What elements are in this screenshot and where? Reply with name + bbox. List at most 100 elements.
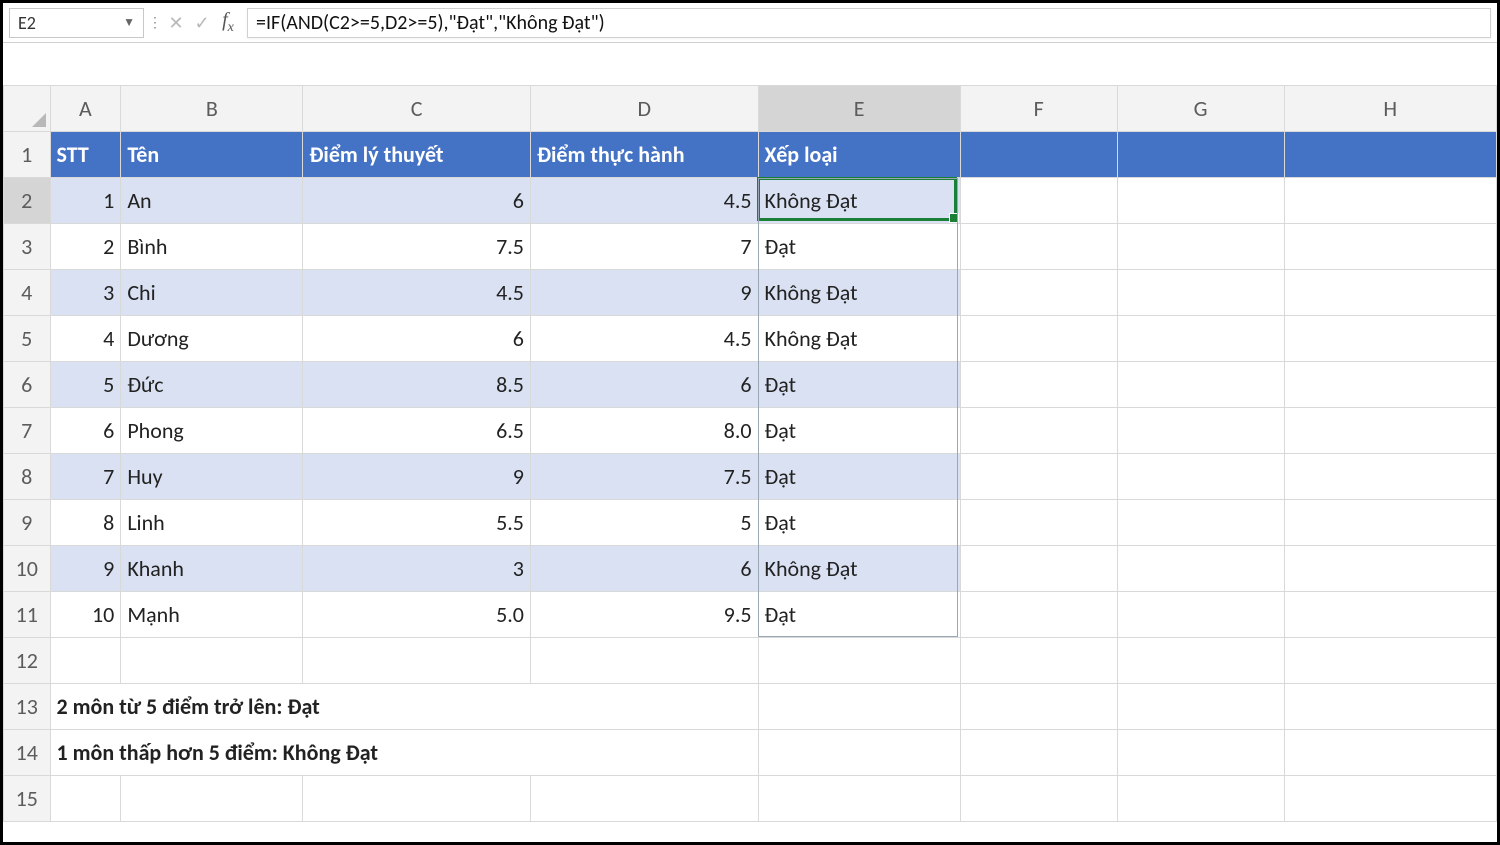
row-head-10[interactable]: 10 — [4, 546, 51, 592]
cell-A4[interactable]: 3 — [50, 270, 121, 316]
cell-C4[interactable]: 4.5 — [303, 270, 531, 316]
row-head-3[interactable]: 3 — [4, 224, 51, 270]
cell-B4[interactable]: Chi — [121, 270, 303, 316]
cell-F2[interactable] — [960, 178, 1117, 224]
col-head-A[interactable]: A — [50, 86, 121, 132]
cell-C12[interactable] — [303, 638, 531, 684]
formula-input[interactable]: =IF(AND(C2>=5,D2>=5),"Đạt","Không Đạt") — [247, 8, 1491, 38]
row-head-7[interactable]: 7 — [4, 408, 51, 454]
cell-D2[interactable]: 4.5 — [530, 178, 758, 224]
cell-D7[interactable]: 8.0 — [530, 408, 758, 454]
cell-G1[interactable] — [1117, 132, 1284, 178]
cell-H14[interactable] — [1284, 730, 1497, 776]
cell-F10[interactable] — [960, 546, 1117, 592]
cell-H5[interactable] — [1284, 316, 1497, 362]
cell-A13[interactable]: 2 môn từ 5 điểm trở lên: Đạt — [50, 684, 758, 730]
cell-F6[interactable] — [960, 362, 1117, 408]
cell-C1[interactable]: Điểm lý thuyết — [303, 132, 531, 178]
cell-G11[interactable] — [1117, 592, 1284, 638]
cell-H10[interactable] — [1284, 546, 1497, 592]
cell-D6[interactable]: 6 — [530, 362, 758, 408]
cell-B5[interactable]: Dương — [121, 316, 303, 362]
cell-B1[interactable]: Tên — [121, 132, 303, 178]
cell-F12[interactable] — [960, 638, 1117, 684]
cell-H4[interactable] — [1284, 270, 1497, 316]
cell-E9[interactable]: Đạt — [758, 500, 960, 546]
cell-A2[interactable]: 1 — [50, 178, 121, 224]
cell-G12[interactable] — [1117, 638, 1284, 684]
accept-formula-button[interactable]: ✓ — [189, 10, 215, 36]
cell-E3[interactable]: Đạt — [758, 224, 960, 270]
col-head-F[interactable]: F — [960, 86, 1117, 132]
cell-D11[interactable]: 9.5 — [530, 592, 758, 638]
cell-C7[interactable]: 6.5 — [303, 408, 531, 454]
cell-G8[interactable] — [1117, 454, 1284, 500]
select-all-cell[interactable] — [4, 86, 51, 132]
cell-B3[interactable]: Bình — [121, 224, 303, 270]
cell-A12[interactable] — [50, 638, 121, 684]
spreadsheet-grid[interactable]: A B C D E F G H 1STTTênĐiểm lý thuyếtĐiể… — [3, 85, 1497, 822]
cell-E12[interactable] — [758, 638, 960, 684]
col-head-G[interactable]: G — [1117, 86, 1284, 132]
cell-E5[interactable]: Không Đạt — [758, 316, 960, 362]
cell-D15[interactable] — [530, 776, 758, 822]
cell-A15[interactable] — [50, 776, 121, 822]
row-head-9[interactable]: 9 — [4, 500, 51, 546]
cell-E10[interactable]: Không Đạt — [758, 546, 960, 592]
cell-E14[interactable] — [758, 730, 960, 776]
row-head-4[interactable]: 4 — [4, 270, 51, 316]
cell-B2[interactable]: An — [121, 178, 303, 224]
cell-F8[interactable] — [960, 454, 1117, 500]
row-head-15[interactable]: 15 — [4, 776, 51, 822]
cell-E13[interactable] — [758, 684, 960, 730]
cell-F3[interactable] — [960, 224, 1117, 270]
cell-F1[interactable] — [960, 132, 1117, 178]
cell-H3[interactable] — [1284, 224, 1497, 270]
name-box[interactable]: E2 ▼ — [9, 8, 144, 38]
cell-C10[interactable]: 3 — [303, 546, 531, 592]
row-head-13[interactable]: 13 — [4, 684, 51, 730]
cell-G2[interactable] — [1117, 178, 1284, 224]
cell-E2[interactable]: Không Đạt — [758, 178, 960, 224]
cell-D8[interactable]: 7.5 — [530, 454, 758, 500]
cell-C15[interactable] — [303, 776, 531, 822]
row-head-14[interactable]: 14 — [4, 730, 51, 776]
cell-H2[interactable] — [1284, 178, 1497, 224]
cell-D3[interactable]: 7 — [530, 224, 758, 270]
cell-G5[interactable] — [1117, 316, 1284, 362]
cell-A3[interactable]: 2 — [50, 224, 121, 270]
cell-H6[interactable] — [1284, 362, 1497, 408]
cell-B11[interactable]: Mạnh — [121, 592, 303, 638]
cell-G9[interactable] — [1117, 500, 1284, 546]
cell-C11[interactable]: 5.0 — [303, 592, 531, 638]
cancel-formula-button[interactable]: ✕ — [163, 10, 189, 36]
cell-G15[interactable] — [1117, 776, 1284, 822]
cell-G10[interactable] — [1117, 546, 1284, 592]
cell-F13[interactable] — [960, 684, 1117, 730]
cell-E7[interactable]: Đạt — [758, 408, 960, 454]
row-head-8[interactable]: 8 — [4, 454, 51, 500]
row-head-1[interactable]: 1 — [4, 132, 51, 178]
col-head-C[interactable]: C — [303, 86, 531, 132]
cell-F5[interactable] — [960, 316, 1117, 362]
cell-D5[interactable]: 4.5 — [530, 316, 758, 362]
cell-E6[interactable]: Đạt — [758, 362, 960, 408]
cell-B7[interactable]: Phong — [121, 408, 303, 454]
col-head-B[interactable]: B — [121, 86, 303, 132]
cell-G14[interactable] — [1117, 730, 1284, 776]
row-head-2[interactable]: 2 — [4, 178, 51, 224]
cell-A10[interactable]: 9 — [50, 546, 121, 592]
cell-A7[interactable]: 6 — [50, 408, 121, 454]
cell-C5[interactable]: 6 — [303, 316, 531, 362]
cell-H1[interactable] — [1284, 132, 1497, 178]
cell-H13[interactable] — [1284, 684, 1497, 730]
cell-H12[interactable] — [1284, 638, 1497, 684]
cell-F11[interactable] — [960, 592, 1117, 638]
cell-H11[interactable] — [1284, 592, 1497, 638]
cell-C9[interactable]: 5.5 — [303, 500, 531, 546]
cell-A11[interactable]: 10 — [50, 592, 121, 638]
cell-C2[interactable]: 6 — [303, 178, 531, 224]
cell-E8[interactable]: Đạt — [758, 454, 960, 500]
cell-H15[interactable] — [1284, 776, 1497, 822]
cell-E15[interactable] — [758, 776, 960, 822]
